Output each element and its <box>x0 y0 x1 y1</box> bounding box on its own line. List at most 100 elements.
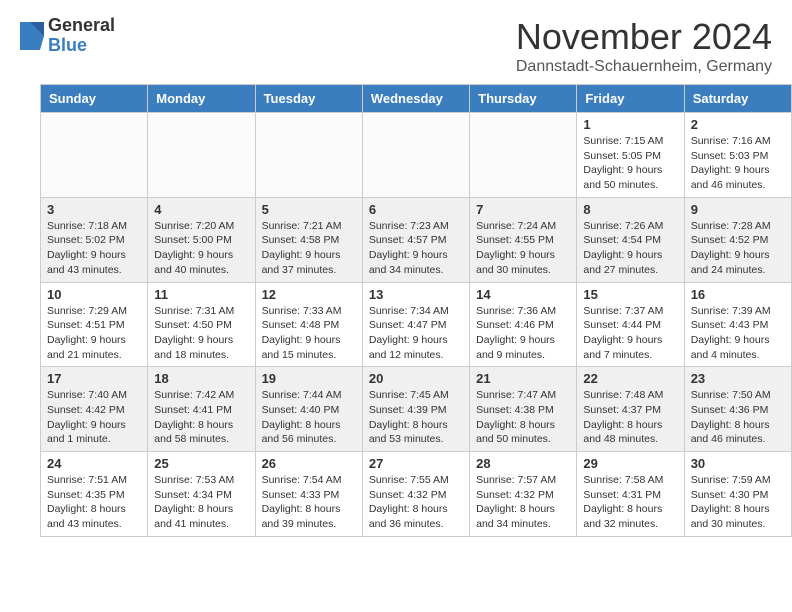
day-cell <box>41 113 148 198</box>
day-number: 24 <box>47 456 141 471</box>
day-cell: 21 Sunrise: 7:47 AM Sunset: 4:38 PM Dayli… <box>470 367 577 452</box>
day-number: 2 <box>691 117 785 132</box>
day-info: Sunrise: 7:59 AM Sunset: 4:30 PM Dayligh… <box>691 473 785 532</box>
day-info: Sunrise: 7:50 AM Sunset: 4:36 PM Dayligh… <box>691 388 785 447</box>
day-cell: 17 Sunrise: 7:40 AM Sunset: 4:42 PM Dayli… <box>41 367 148 452</box>
week-row-0: 1 Sunrise: 7:15 AM Sunset: 5:05 PM Daylig… <box>41 113 792 198</box>
month-title: November 2024 <box>516 16 772 58</box>
header-tuesday: Tuesday <box>255 85 362 113</box>
day-number: 30 <box>691 456 785 471</box>
day-info: Sunrise: 7:16 AM Sunset: 5:03 PM Dayligh… <box>691 134 785 193</box>
day-info: Sunrise: 7:57 AM Sunset: 4:32 PM Dayligh… <box>476 473 570 532</box>
day-info: Sunrise: 7:20 AM Sunset: 5:00 PM Dayligh… <box>154 219 248 278</box>
title-block: November 2024 Dannstadt-Schauernheim, Ge… <box>516 16 772 76</box>
day-info: Sunrise: 7:24 AM Sunset: 4:55 PM Dayligh… <box>476 219 570 278</box>
day-number: 8 <box>583 202 677 217</box>
day-number: 3 <box>47 202 141 217</box>
day-number: 12 <box>262 287 356 302</box>
day-cell <box>148 113 255 198</box>
day-info: Sunrise: 7:48 AM Sunset: 4:37 PM Dayligh… <box>583 388 677 447</box>
day-cell: 10Sunrise: 7:29 AM Sunset: 4:51 PM Dayli… <box>41 282 148 367</box>
day-cell: 27 Sunrise: 7:55 AM Sunset: 4:32 PM Dayli… <box>362 452 469 537</box>
day-cell: 2 Sunrise: 7:16 AM Sunset: 5:03 PM Daylig… <box>684 113 791 198</box>
day-number: 23 <box>691 371 785 386</box>
header-saturday: Saturday <box>684 85 791 113</box>
week-row-1: 3 Sunrise: 7:18 AM Sunset: 5:02 PM Daylig… <box>41 197 792 282</box>
day-cell: 28 Sunrise: 7:57 AM Sunset: 4:32 PM Dayli… <box>470 452 577 537</box>
day-cell: 4Sunrise: 7:20 AM Sunset: 5:00 PM Daylig… <box>148 197 255 282</box>
logo-blue: Blue <box>48 36 115 56</box>
day-number: 14 <box>476 287 570 302</box>
day-cell: 29Sunrise: 7:58 AM Sunset: 4:31 PM Dayli… <box>577 452 684 537</box>
day-cell: 16 Sunrise: 7:39 AM Sunset: 4:43 PM Dayli… <box>684 282 791 367</box>
day-info: Sunrise: 7:39 AM Sunset: 4:43 PM Dayligh… <box>691 304 785 363</box>
day-info: Sunrise: 7:37 AM Sunset: 4:44 PM Dayligh… <box>583 304 677 363</box>
day-number: 21 <box>476 371 570 386</box>
day-info: Sunrise: 7:45 AM Sunset: 4:39 PM Dayligh… <box>369 388 463 447</box>
week-row-3: 17 Sunrise: 7:40 AM Sunset: 4:42 PM Dayli… <box>41 367 792 452</box>
logo-text: General Blue <box>48 16 115 56</box>
calendar-wrap: SundayMondayTuesdayWednesdayThursdayFrid… <box>0 84 792 553</box>
day-number: 6 <box>369 202 463 217</box>
day-number: 29 <box>583 456 677 471</box>
day-info: Sunrise: 7:44 AM Sunset: 4:40 PM Dayligh… <box>262 388 356 447</box>
day-info: Sunrise: 7:36 AM Sunset: 4:46 PM Dayligh… <box>476 304 570 363</box>
day-info: Sunrise: 7:15 AM Sunset: 5:05 PM Dayligh… <box>583 134 677 193</box>
day-cell <box>470 113 577 198</box>
day-cell: 20Sunrise: 7:45 AM Sunset: 4:39 PM Dayli… <box>362 367 469 452</box>
header-sunday: Sunday <box>41 85 148 113</box>
day-info: Sunrise: 7:33 AM Sunset: 4:48 PM Dayligh… <box>262 304 356 363</box>
day-number: 10 <box>47 287 141 302</box>
header-thursday: Thursday <box>470 85 577 113</box>
calendar-header: SundayMondayTuesdayWednesdayThursdayFrid… <box>41 85 792 113</box>
day-number: 28 <box>476 456 570 471</box>
day-info: Sunrise: 7:55 AM Sunset: 4:32 PM Dayligh… <box>369 473 463 532</box>
day-cell: 12 Sunrise: 7:33 AM Sunset: 4:48 PM Dayli… <box>255 282 362 367</box>
day-cell: 1 Sunrise: 7:15 AM Sunset: 5:05 PM Daylig… <box>577 113 684 198</box>
day-cell: 22Sunrise: 7:48 AM Sunset: 4:37 PM Dayli… <box>577 367 684 452</box>
day-info: Sunrise: 7:40 AM Sunset: 4:42 PM Dayligh… <box>47 388 141 447</box>
day-info: Sunrise: 7:21 AM Sunset: 4:58 PM Dayligh… <box>262 219 356 278</box>
header-friday: Friday <box>577 85 684 113</box>
day-number: 15 <box>583 287 677 302</box>
day-cell: 6 Sunrise: 7:23 AM Sunset: 4:57 PM Daylig… <box>362 197 469 282</box>
day-number: 7 <box>476 202 570 217</box>
logo: General Blue <box>20 16 115 56</box>
day-number: 25 <box>154 456 248 471</box>
day-cell: 25 Sunrise: 7:53 AM Sunset: 4:34 PM Dayli… <box>148 452 255 537</box>
day-info: Sunrise: 7:18 AM Sunset: 5:02 PM Dayligh… <box>47 219 141 278</box>
day-info: Sunrise: 7:34 AM Sunset: 4:47 PM Dayligh… <box>369 304 463 363</box>
logo-general: General <box>48 16 115 36</box>
header-wednesday: Wednesday <box>362 85 469 113</box>
day-cell: 24Sunrise: 7:51 AM Sunset: 4:35 PM Dayli… <box>41 452 148 537</box>
day-number: 1 <box>583 117 677 132</box>
day-number: 18 <box>154 371 248 386</box>
day-cell: 11 Sunrise: 7:31 AM Sunset: 4:50 PM Dayli… <box>148 282 255 367</box>
day-number: 19 <box>262 371 356 386</box>
day-cell: 14 Sunrise: 7:36 AM Sunset: 4:46 PM Dayli… <box>470 282 577 367</box>
day-cell: 8Sunrise: 7:26 AM Sunset: 4:54 PM Daylig… <box>577 197 684 282</box>
day-number: 16 <box>691 287 785 302</box>
page-header: General Blue November 2024 Dannstadt-Sch… <box>0 0 792 84</box>
day-number: 11 <box>154 287 248 302</box>
day-number: 27 <box>369 456 463 471</box>
day-number: 13 <box>369 287 463 302</box>
day-info: Sunrise: 7:23 AM Sunset: 4:57 PM Dayligh… <box>369 219 463 278</box>
day-cell: 15 Sunrise: 7:37 AM Sunset: 4:44 PM Dayli… <box>577 282 684 367</box>
day-info: Sunrise: 7:28 AM Sunset: 4:52 PM Dayligh… <box>691 219 785 278</box>
day-cell <box>362 113 469 198</box>
day-number: 5 <box>262 202 356 217</box>
location: Dannstadt-Schauernheim, Germany <box>516 58 772 76</box>
day-cell: 30 Sunrise: 7:59 AM Sunset: 4:30 PM Dayli… <box>684 452 791 537</box>
day-number: 17 <box>47 371 141 386</box>
day-info: Sunrise: 7:31 AM Sunset: 4:50 PM Dayligh… <box>154 304 248 363</box>
day-info: Sunrise: 7:47 AM Sunset: 4:38 PM Dayligh… <box>476 388 570 447</box>
day-number: 26 <box>262 456 356 471</box>
day-info: Sunrise: 7:53 AM Sunset: 4:34 PM Dayligh… <box>154 473 248 532</box>
day-cell: 19 Sunrise: 7:44 AM Sunset: 4:40 PM Dayli… <box>255 367 362 452</box>
calendar-body: 1 Sunrise: 7:15 AM Sunset: 5:05 PM Daylig… <box>41 113 792 537</box>
day-cell: 18Sunrise: 7:42 AM Sunset: 4:41 PM Dayli… <box>148 367 255 452</box>
calendar-table: SundayMondayTuesdayWednesdayThursdayFrid… <box>40 84 792 537</box>
day-cell: 26Sunrise: 7:54 AM Sunset: 4:33 PM Dayli… <box>255 452 362 537</box>
day-cell: 7 Sunrise: 7:24 AM Sunset: 4:55 PM Daylig… <box>470 197 577 282</box>
